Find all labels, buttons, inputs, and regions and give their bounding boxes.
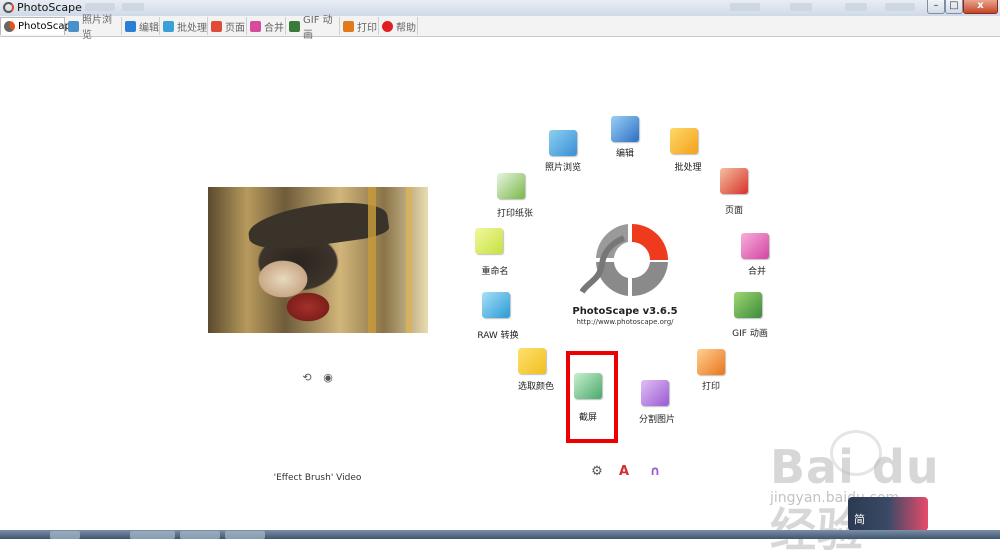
titlebar-ghost-text (730, 3, 760, 11)
tool-label: 打印纸张 (496, 209, 533, 219)
photo-decor (406, 187, 412, 333)
tab-label: 编辑 (139, 22, 159, 34)
window-title: PhotoScape (17, 1, 82, 14)
tab-label: 页面 (225, 22, 245, 34)
homepage-link[interactable]: http://www.photoscape.org/ (560, 318, 690, 326)
page-icon (211, 20, 222, 32)
tab-editor[interactable]: 编辑 (122, 17, 160, 35)
gif-icon (289, 20, 300, 32)
photoscape-app-icon (3, 2, 14, 13)
print-icon (343, 20, 354, 32)
tab-viewer[interactable]: 照片浏览 (65, 15, 122, 41)
tool-label: 重命名 (481, 267, 509, 277)
titlebar-ghost-text (122, 3, 144, 11)
tab-label: 照片浏览 (82, 15, 112, 41)
window-titlebar: PhotoScape – □ x (0, 0, 1000, 17)
tab-photoscape[interactable]: PhotoScape (0, 17, 77, 35)
logo-red-segment (632, 224, 668, 260)
help-icon (382, 20, 393, 32)
language-badge-label: 简 (854, 513, 865, 526)
logo-gray-segment (632, 262, 668, 297)
raw-converter-icon (482, 292, 510, 318)
titlebar-ghost-text (845, 3, 867, 11)
color-picker-icon (518, 348, 546, 374)
previous-photo-button[interactable]: ⟲ (300, 372, 314, 383)
titlebar-ghost-text (85, 3, 115, 11)
language-icon[interactable]: A (614, 462, 634, 482)
settings-icon[interactable]: ⚙ (587, 462, 607, 482)
print-icon (697, 349, 725, 375)
video-link[interactable]: 'Effect Brush' Video (250, 473, 385, 483)
main-tab-bar: PhotoScape 照片浏览 编辑 批处理 页面 合并 GIF 动画 打印 帮… (0, 15, 1000, 41)
rename-icon (475, 228, 503, 254)
tool-label: 合并 (747, 267, 766, 277)
windows-taskbar (0, 530, 1000, 539)
tab-gif[interactable]: GIF 动画 (286, 15, 340, 41)
taskbar-item[interactable] (225, 531, 265, 539)
batch-icon (670, 128, 698, 154)
combine-icon (741, 233, 769, 259)
tab-batch[interactable]: 批处理 (160, 17, 208, 35)
titlebar-ghost-text (885, 3, 915, 11)
titlebar-ghost-text (790, 3, 812, 11)
intro-photo[interactable] (208, 187, 428, 333)
tool-label: 编辑 (615, 149, 634, 159)
batch-icon (163, 20, 174, 32)
page-icon (720, 168, 748, 194)
tool-label: 页面 (724, 206, 743, 216)
maximize-button[interactable]: □ (945, 0, 963, 14)
combine-icon (250, 20, 261, 32)
tab-label: 打印 (357, 22, 377, 34)
viewer-icon (68, 20, 79, 32)
gif-icon (734, 292, 762, 318)
tab-print[interactable]: 打印 (340, 17, 379, 35)
paper-print-icon (497, 173, 525, 199)
language-badge[interactable]: 简 (848, 497, 928, 531)
viewer-icon (549, 130, 577, 156)
photo-decor (368, 187, 376, 333)
tool-label: 分割图片 (638, 415, 675, 425)
close-button[interactable]: x (963, 0, 998, 14)
minimize-button[interactable]: – (927, 0, 945, 14)
tab-combine[interactable]: 合并 (247, 17, 286, 35)
tool-label: 批处理 (674, 163, 702, 173)
photoscape-icon (4, 21, 15, 32)
screen-capture-highlight-box (566, 351, 618, 443)
user-icon[interactable]: ∩ (645, 462, 665, 482)
tool-label: 照片浏览 (544, 163, 581, 173)
tab-label: 合并 (264, 22, 284, 34)
tab-label: 批处理 (177, 22, 207, 34)
tool-label: 打印 (701, 382, 720, 392)
tab-help[interactable]: 帮助 (379, 17, 418, 35)
taskbar-item[interactable] (130, 531, 175, 539)
tab-page[interactable]: 页面 (208, 17, 247, 35)
taskbar-item[interactable] (50, 531, 80, 539)
next-photo-button[interactable]: ◉ (321, 372, 335, 383)
app-version: PhotoScape v3.6.5 (572, 306, 678, 317)
editor-icon (611, 116, 639, 142)
tab-label: 帮助 (396, 22, 416, 34)
tool-label: GIF 动画 (732, 329, 768, 339)
tool-label: 选取颜色 (517, 382, 554, 392)
taskbar-item[interactable] (180, 531, 220, 539)
tab-label: GIF 动画 (303, 15, 333, 41)
splitter-icon (641, 380, 669, 406)
photoscape-logo (580, 224, 668, 297)
editor-icon (125, 20, 136, 32)
tool-label: RAW 转换 (477, 331, 519, 341)
